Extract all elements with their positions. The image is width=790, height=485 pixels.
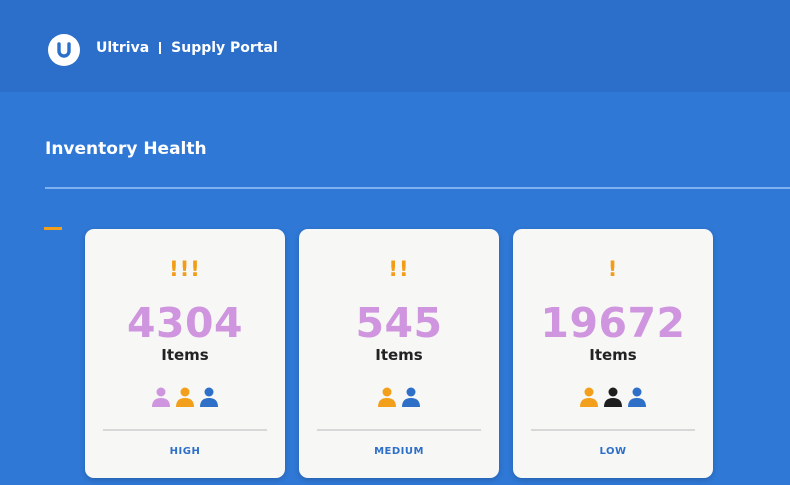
card-divider bbox=[317, 429, 481, 431]
person-blue-icon bbox=[402, 387, 420, 407]
people-icons bbox=[513, 387, 713, 407]
person-pink-icon bbox=[152, 387, 170, 407]
item-count: 19672 bbox=[540, 299, 686, 347]
alert-icon: ! bbox=[607, 257, 619, 281]
brand: Ultriva Supply Portal bbox=[96, 40, 278, 56]
item-unit: Items bbox=[589, 346, 637, 364]
ultriva-logo-icon[interactable] bbox=[48, 34, 80, 66]
card-divider bbox=[531, 429, 695, 431]
page-title: Inventory Health bbox=[45, 139, 207, 159]
person-blue-icon bbox=[200, 387, 218, 407]
u-logo-glyph bbox=[57, 42, 71, 58]
card-divider bbox=[103, 429, 267, 431]
alert-icon: !! bbox=[388, 257, 410, 281]
header-bar: Ultriva Supply Portal bbox=[0, 0, 790, 92]
brand-name: Ultriva bbox=[96, 40, 150, 56]
health-card-high[interactable]: !!! 4304 Items HIGH bbox=[85, 229, 285, 478]
item-unit: Items bbox=[375, 346, 423, 364]
level-label: LOW bbox=[599, 446, 627, 457]
accent-mark bbox=[44, 227, 62, 230]
alert-icon: !!! bbox=[169, 257, 201, 281]
person-orange-icon bbox=[176, 387, 194, 407]
item-unit: Items bbox=[161, 346, 209, 364]
health-card-low[interactable]: ! 19672 Items LOW bbox=[513, 229, 713, 478]
level-label: MEDIUM bbox=[374, 446, 424, 457]
section-divider bbox=[45, 187, 790, 189]
item-count: 545 bbox=[355, 299, 443, 347]
level-label: HIGH bbox=[169, 446, 201, 457]
portal-name: Supply Portal bbox=[171, 40, 278, 56]
person-blue-icon bbox=[628, 387, 646, 407]
person-black-icon bbox=[604, 387, 622, 407]
health-card-medium[interactable]: !! 545 Items MEDIUM bbox=[299, 229, 499, 478]
people-icons bbox=[299, 387, 499, 407]
person-orange-icon bbox=[580, 387, 598, 407]
item-count: 4304 bbox=[126, 299, 244, 347]
people-icons bbox=[85, 387, 285, 407]
brand-separator bbox=[159, 42, 162, 54]
person-orange-icon bbox=[378, 387, 396, 407]
